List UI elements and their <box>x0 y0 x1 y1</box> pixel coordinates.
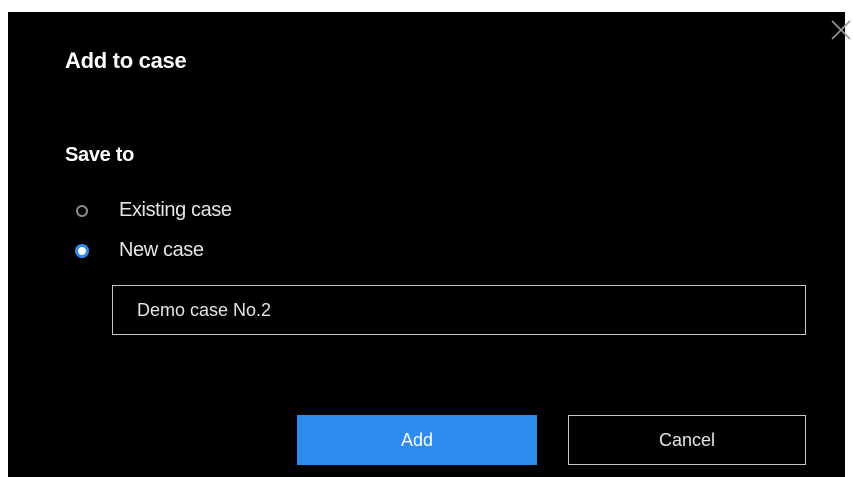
add-to-case-dialog: Add to case Save to Existing case New ca… <box>8 12 851 477</box>
close-icon <box>831 20 851 40</box>
radio-new-case-label: New case <box>119 239 204 261</box>
case-name-input[interactable] <box>112 285 806 335</box>
radio-new-case[interactable]: New case <box>75 239 204 262</box>
cancel-button[interactable]: Cancel <box>568 415 806 465</box>
radio-checked-icon[interactable] <box>75 243 89 258</box>
radio-existing-case-label: Existing case <box>119 199 232 221</box>
radio-existing-case[interactable]: Existing case <box>76 199 232 222</box>
close-button[interactable] <box>827 16 853 44</box>
dialog-title: Add to case <box>65 48 187 73</box>
radio-unchecked-icon[interactable] <box>76 204 88 217</box>
add-button[interactable]: Add <box>297 415 537 465</box>
save-to-label: Save to <box>65 144 135 166</box>
